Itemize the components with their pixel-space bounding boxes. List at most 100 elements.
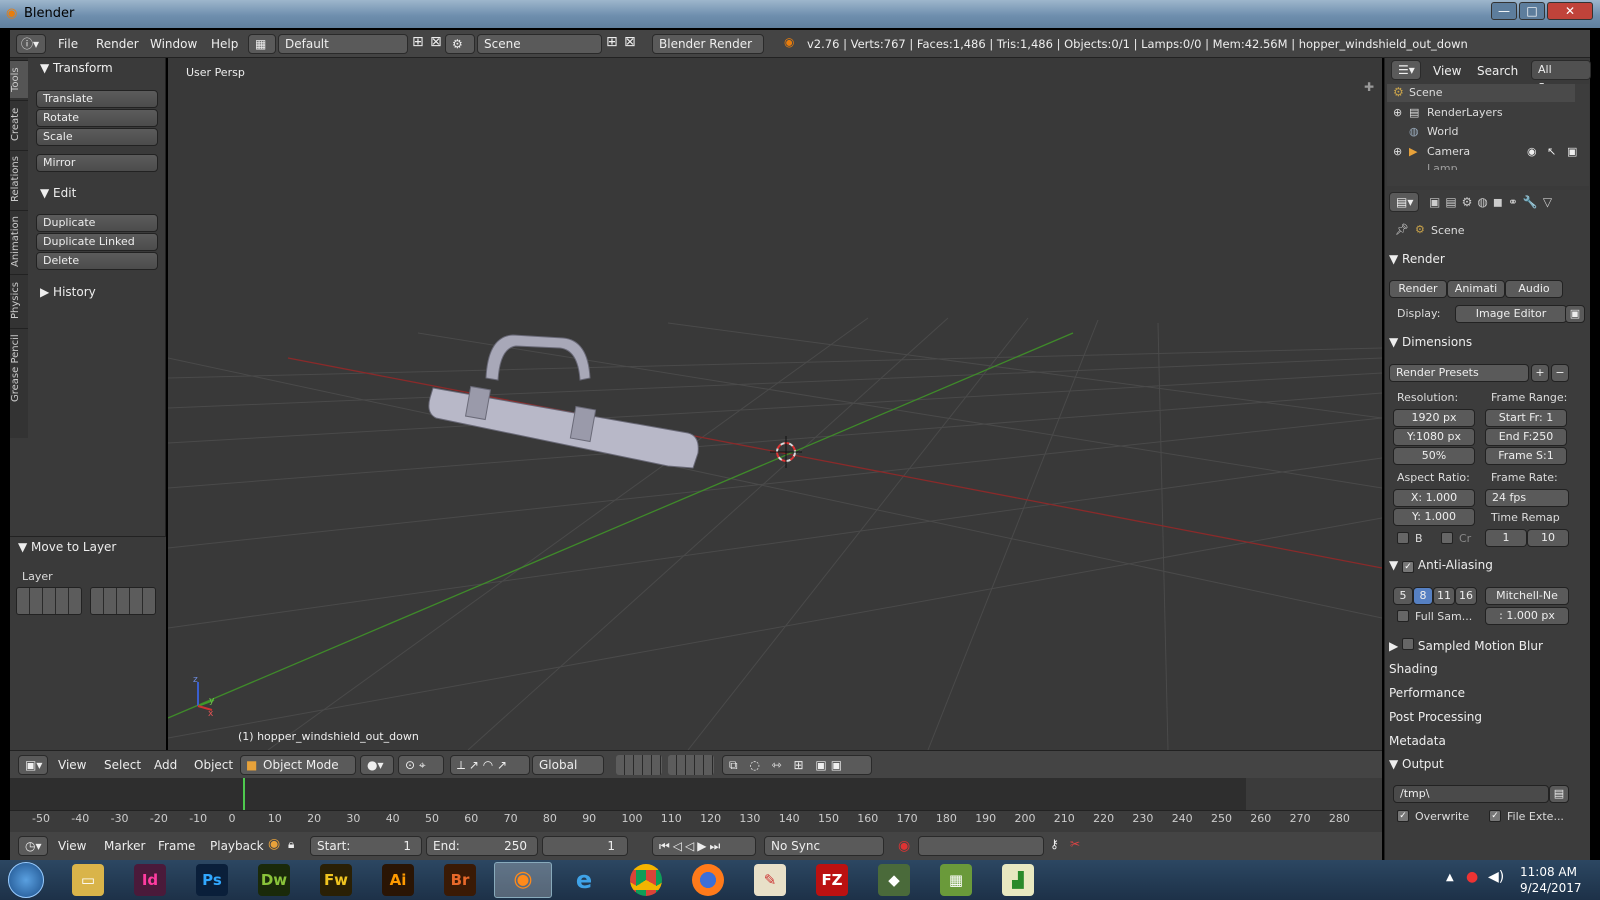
renderable-camera-icon[interactable]: ▣ [1567, 145, 1577, 158]
duplicate-linked-button[interactable]: Duplicate Linked [36, 233, 158, 251]
resolution-percentage-field[interactable]: 50% [1393, 447, 1475, 465]
layer-grid-right[interactable] [90, 587, 156, 615]
timeline-editor-type-icon[interactable]: ◷▾ [18, 836, 48, 856]
menu-file[interactable]: File [58, 37, 78, 51]
frame-rate-select[interactable]: 24 fps [1485, 489, 1569, 507]
mirror-button[interactable]: Mirror [36, 154, 158, 172]
viewport-shading-icon[interactable]: ●▾ [360, 755, 394, 775]
scene-field[interactable]: Scene [477, 34, 602, 54]
render-presets-select[interactable]: Render Presets [1389, 364, 1529, 382]
outliner-item-renderlayers[interactable]: RenderLayers [1427, 106, 1503, 119]
tray-app-icon[interactable]: ● [1466, 869, 1478, 885]
manipulator-icons[interactable]: ⟂ ↗ ◠ ↗ [450, 755, 530, 775]
output-panel-header[interactable]: ▼ Output [1389, 757, 1589, 771]
display-select[interactable]: Image Editor [1455, 305, 1567, 323]
outliner-display-select[interactable]: All Scenes [1531, 60, 1591, 94]
menu-view-timeline[interactable]: View [58, 839, 86, 853]
keying-set-field[interactable] [918, 836, 1044, 856]
rotate-button[interactable]: Rotate [36, 109, 158, 127]
anti-aliasing-header[interactable]: ▼ ✓ Anti-Aliasing [1389, 558, 1589, 573]
delete-keyframe-icon[interactable]: ✂ [1070, 837, 1080, 851]
aspect-y-field[interactable]: Y: 1.000 [1393, 508, 1475, 526]
minecraft-icon[interactable]: ▦ [940, 864, 972, 896]
app-icon-cube[interactable]: ◆ [878, 864, 910, 896]
menu-help[interactable]: Help [211, 37, 238, 51]
outliner-item-camera[interactable]: Camera [1427, 145, 1470, 158]
end-frame-prop[interactable]: End F:250 [1485, 428, 1567, 446]
viewport-scene[interactable] [168, 58, 1382, 750]
outliner-editor-icon[interactable]: ☰▾ [1391, 60, 1421, 80]
add-scene-icon[interactable]: ⊞ [606, 34, 618, 50]
selectable-arrow-icon[interactable]: ↖ [1547, 145, 1556, 158]
paint-icon[interactable]: ✎ [754, 864, 786, 896]
show-hidden-icons[interactable]: ▲ [1446, 872, 1454, 883]
render-engine-select[interactable]: Blender Render [652, 34, 764, 54]
menu-select[interactable]: Select [104, 758, 141, 772]
remove-preset-icon[interactable]: − [1551, 364, 1569, 382]
close-button[interactable]: ✕ [1547, 2, 1593, 20]
aa-samples-16[interactable]: 16 [1455, 587, 1477, 605]
transform-panel-header[interactable]: ▼ Transform [40, 61, 113, 75]
render-image-button[interactable]: Render [1389, 280, 1447, 298]
menu-frame[interactable]: Frame [158, 839, 195, 853]
firefox-icon[interactable] [692, 864, 724, 896]
performance-header[interactable]: Performance [1389, 686, 1589, 700]
clock-time[interactable]: 11:08 AM [1520, 865, 1577, 879]
outliner-menu-search[interactable]: Search [1477, 64, 1518, 78]
expand-camera-icon[interactable]: ⊕ [1393, 145, 1402, 158]
resolution-y-field[interactable]: Y:1080 px [1393, 428, 1475, 446]
render-panel-header[interactable]: ▼ Render [1389, 252, 1589, 266]
sync-select[interactable]: No Sync [764, 836, 884, 856]
menu-object[interactable]: Object [194, 758, 233, 772]
browse-folder-icon[interactable]: ▤ [1549, 785, 1569, 803]
aa-samples-11[interactable]: 11 [1433, 587, 1455, 605]
filter-size-field[interactable]: : 1.000 px [1485, 607, 1569, 625]
editor-type-icon[interactable]: ⓘ▾ [16, 34, 46, 54]
record-icon[interactable]: ◉ [898, 838, 910, 854]
screen-layout-icon[interactable]: ▦ [248, 34, 276, 54]
output-path-field[interactable]: /tmp\ [1393, 785, 1549, 803]
filezilla-icon[interactable]: FZ [816, 864, 848, 896]
render-animation-button[interactable]: Animati [1447, 280, 1505, 298]
translate-button[interactable]: Translate [36, 90, 158, 108]
menu-view[interactable]: View [58, 758, 86, 772]
time-remap-new-field[interactable]: 10 [1527, 529, 1569, 547]
view-properties-toggle-icon[interactable]: ✚ [1364, 80, 1374, 94]
fireworks-icon[interactable]: Fw [320, 864, 352, 896]
file-explorer-icon[interactable]: ▭ [72, 864, 104, 896]
volume-icon[interactable]: ◀) [1488, 869, 1504, 885]
maximize-button[interactable]: □ [1519, 2, 1545, 20]
add-layout-icon[interactable]: ⊞ [412, 34, 424, 50]
start-frame-prop[interactable]: Start Fr: 1 [1485, 409, 1567, 427]
metadata-header[interactable]: Metadata [1389, 734, 1589, 748]
menu-marker[interactable]: Marker [104, 839, 145, 853]
menu-render[interactable]: Render [96, 37, 139, 51]
history-panel-header[interactable]: ▶ History [40, 285, 96, 299]
properties-editor-icon[interactable]: ▤▾ [1389, 192, 1419, 212]
scene-icon[interactable]: ⚙ [445, 34, 475, 54]
layer-grid-left[interactable] [16, 587, 82, 615]
properties-context-tabs[interactable]: ▣▤⚙◍◼⚭🔧▽ [1429, 192, 1591, 212]
menu-add[interactable]: Add [154, 758, 177, 772]
border-checkbox[interactable] [1397, 532, 1409, 544]
display-window-icon[interactable]: ▣ [1565, 305, 1585, 323]
resolution-x-field[interactable]: 1920 px [1393, 409, 1475, 427]
overwrite-checkbox[interactable]: ✓ [1397, 810, 1409, 822]
remove-layout-icon[interactable]: ⊠ [430, 34, 442, 50]
aa-samples-8[interactable]: 8 [1413, 587, 1433, 605]
playback-controls[interactable]: ⏮◁◁▶⏭ [652, 836, 756, 856]
file-extensions-checkbox[interactable]: ✓ [1489, 810, 1501, 822]
outliner-item-lamp[interactable]: Lamp [1427, 162, 1458, 170]
outliner-item-world[interactable]: World [1427, 125, 1459, 138]
motion-blur-checkbox[interactable] [1402, 638, 1415, 650]
end-frame-field[interactable]: End: 250 [426, 836, 538, 856]
orientation-select[interactable]: Global [532, 755, 604, 775]
snap-tool-icons[interactable]: ⧉ ◌ ⇿ ⊞ ▣▣ [722, 755, 872, 775]
keying-icon[interactable]: ◉ [268, 836, 280, 852]
motion-blur-header[interactable]: ▶ Sampled Motion Blur [1389, 638, 1589, 653]
current-frame-field[interactable]: 1 [542, 836, 628, 856]
frame-step-field[interactable]: Frame S:1 [1485, 447, 1567, 465]
bridge-icon[interactable]: Br [444, 864, 476, 896]
render-audio-button[interactable]: Audio [1505, 280, 1563, 298]
shading-header[interactable]: Shading [1389, 662, 1589, 676]
